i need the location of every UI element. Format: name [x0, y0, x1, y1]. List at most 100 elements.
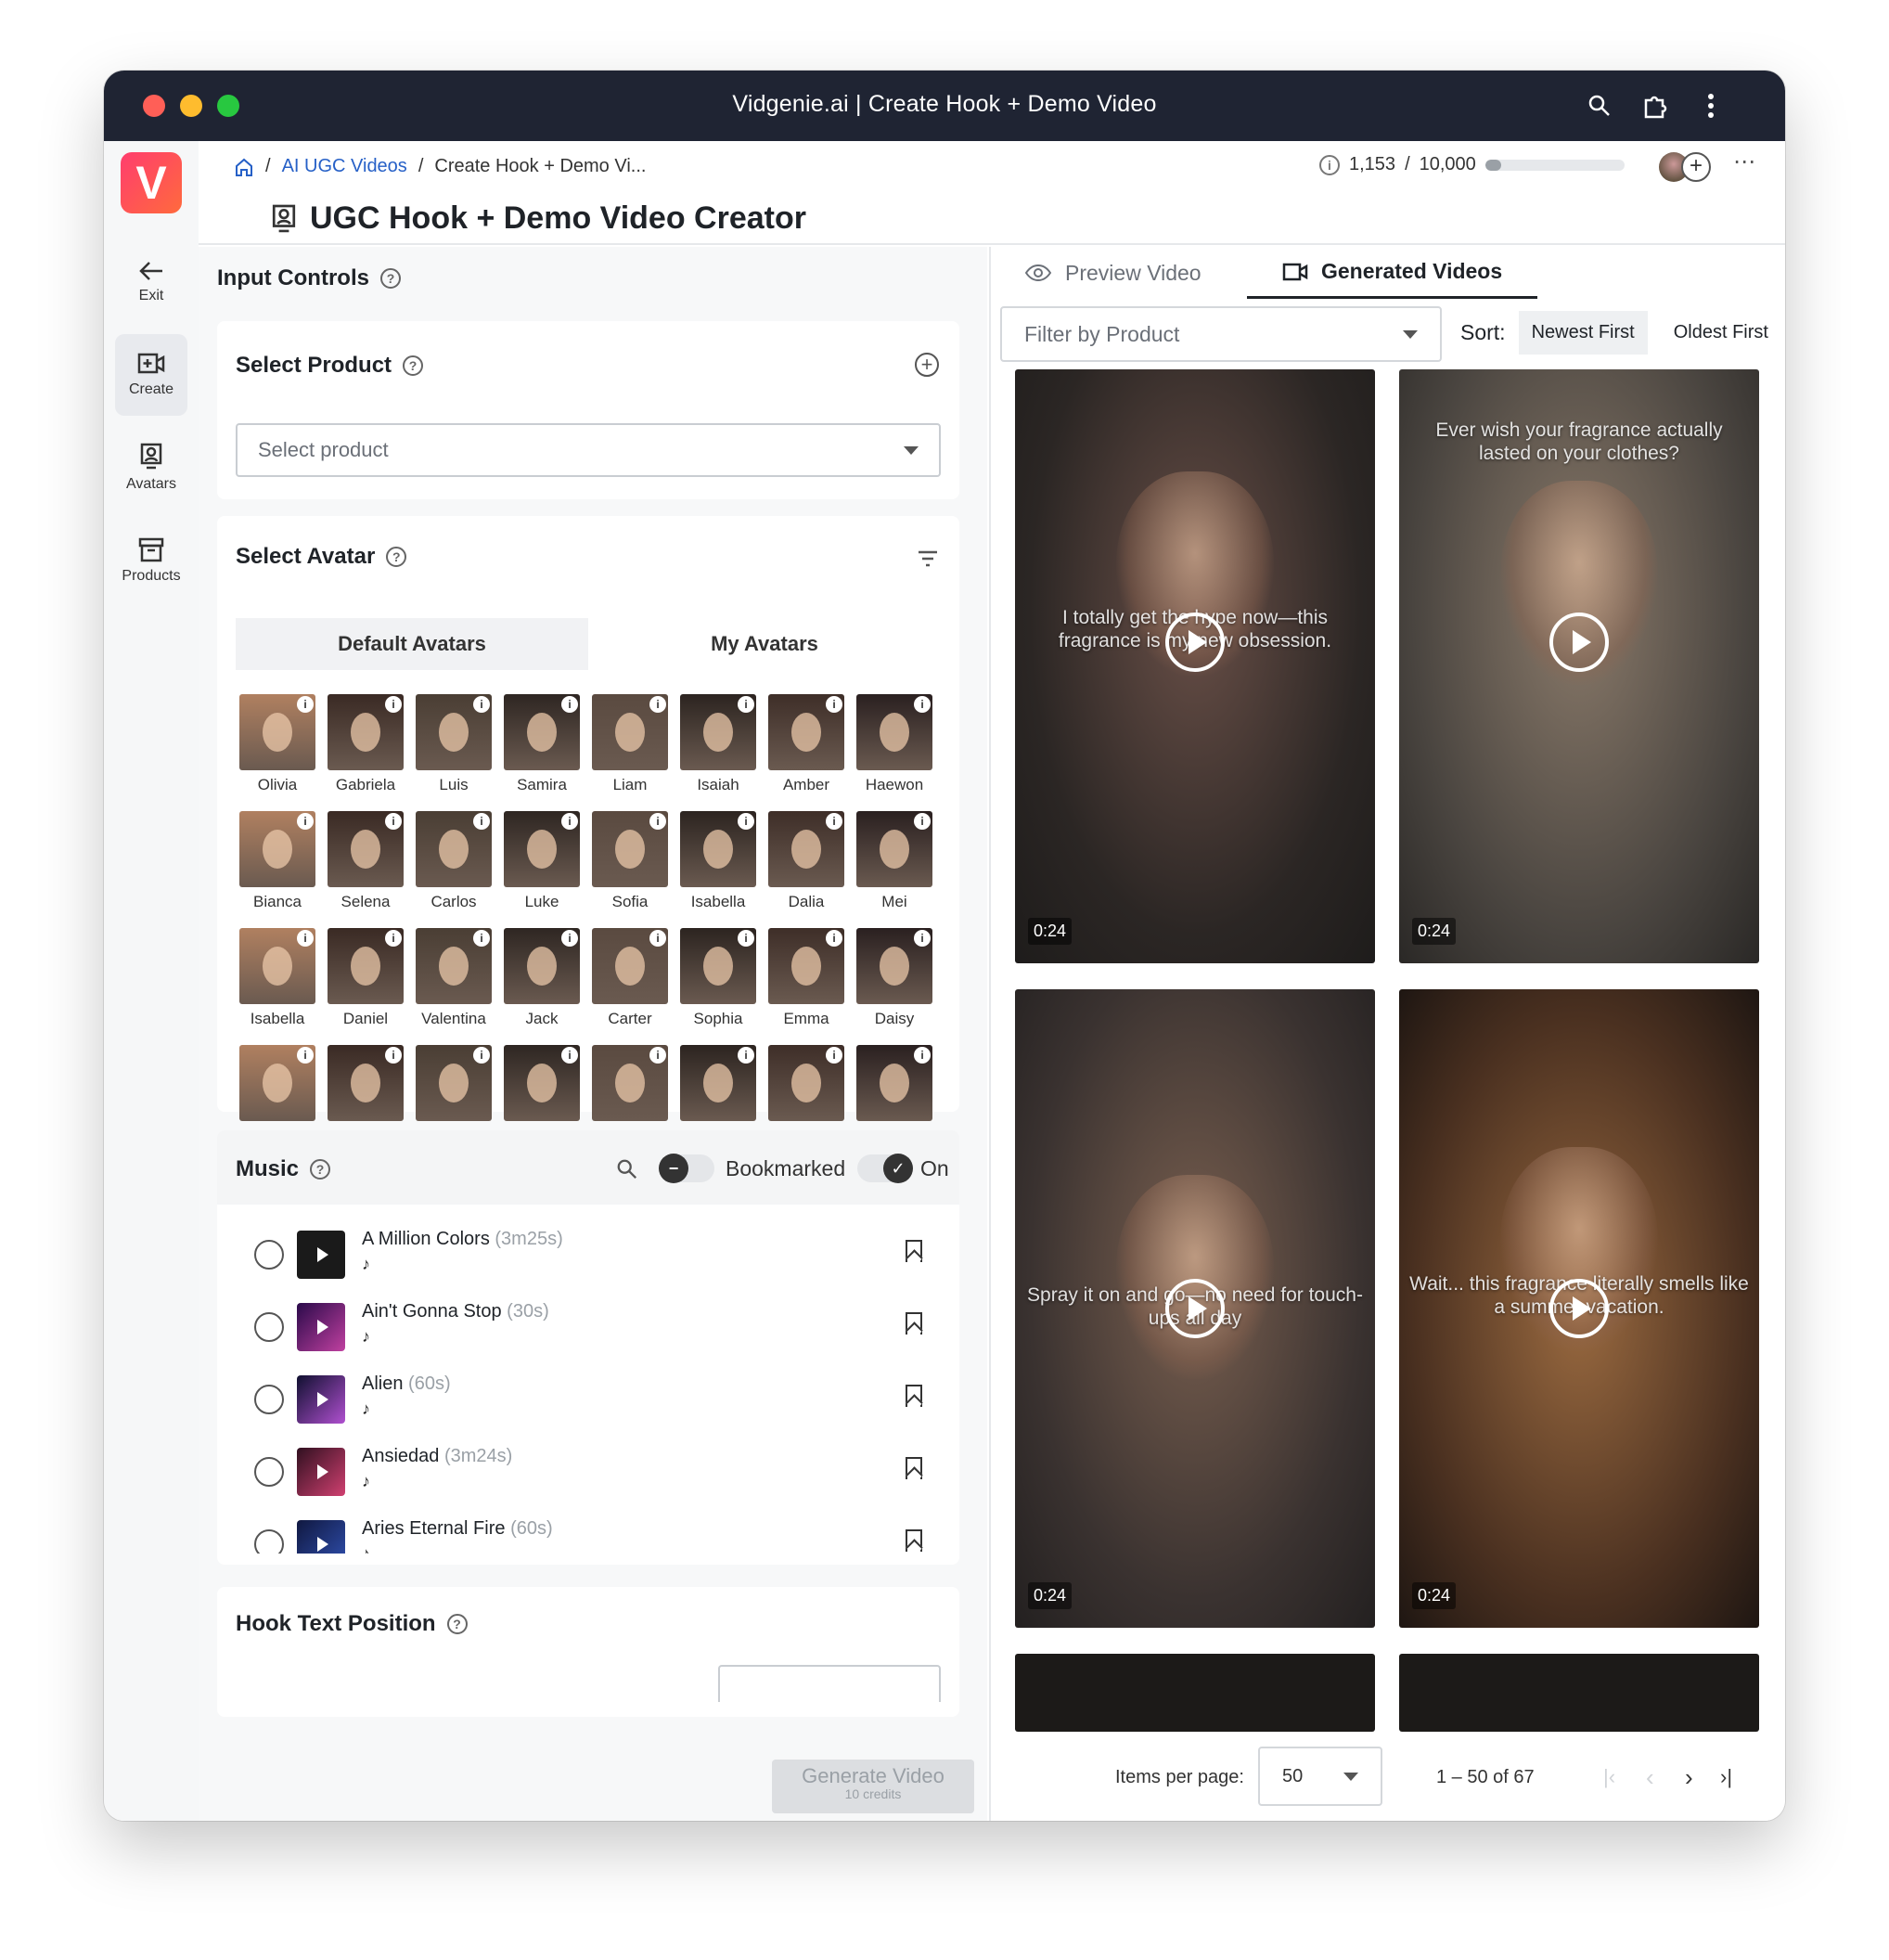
track-play-button[interactable]	[297, 1231, 345, 1279]
next-page-icon[interactable]: ›	[1685, 1763, 1693, 1792]
tab-preview-video[interactable]: Preview Video	[1024, 247, 1202, 299]
avatar-option[interactable]: i	[856, 1045, 932, 1121]
avatar-option[interactable]: i Liam	[592, 694, 668, 794]
track-radio[interactable]	[254, 1529, 284, 1554]
music-track-row[interactable]: Ansiedad (3m24s) ♪	[254, 1440, 941, 1513]
avatar-option[interactable]: i Selena	[328, 811, 404, 911]
search-icon[interactable]	[1581, 87, 1618, 124]
video-card[interactable]: Wait... this fragrance literally smells …	[1399, 989, 1759, 1628]
info-icon[interactable]: i	[914, 813, 931, 830]
play-icon[interactable]	[1165, 1279, 1225, 1338]
avatar-option[interactable]: i Sofia	[592, 811, 668, 911]
avatar-option[interactable]: i Valentina	[416, 928, 492, 1028]
help-icon[interactable]: ?	[403, 355, 424, 376]
help-icon[interactable]: ?	[446, 1614, 468, 1634]
avatar-option[interactable]: i Carter	[592, 928, 668, 1028]
info-icon[interactable]: i	[738, 1047, 754, 1064]
avatar-option[interactable]: i Isaiah	[680, 694, 756, 794]
product-select[interactable]: Select product	[236, 423, 941, 477]
info-icon[interactable]: i	[738, 930, 754, 947]
avatar-option[interactable]: i Daniel	[328, 928, 404, 1028]
avatar-option[interactable]: i Olivia	[239, 694, 315, 794]
music-track-row[interactable]: Alien (60s) ♪	[254, 1368, 941, 1440]
info-icon[interactable]: i	[826, 930, 842, 947]
avatar-option[interactable]: i Bianca	[239, 811, 315, 911]
video-card[interactable]	[1015, 1654, 1375, 1732]
avatar-option[interactable]: i	[504, 1045, 580, 1121]
info-icon[interactable]: i	[561, 1047, 578, 1064]
music-track-row[interactable]: Aries Eternal Fire (60s) ♪	[254, 1513, 941, 1554]
more-horizontal-icon[interactable]: ⋯	[1733, 148, 1757, 175]
info-icon[interactable]: i	[561, 930, 578, 947]
info-icon[interactable]: i	[649, 696, 666, 713]
info-icon[interactable]: i	[826, 1047, 842, 1064]
track-play-button[interactable]	[297, 1520, 345, 1554]
info-icon[interactable]: i	[473, 696, 490, 713]
tab-generated-videos[interactable]: Generated Videos	[1247, 247, 1538, 299]
help-icon[interactable]: ?	[379, 268, 401, 289]
avatar-option[interactable]: i Daisy	[856, 928, 932, 1028]
info-icon[interactable]: i	[473, 930, 490, 947]
track-radio[interactable]	[254, 1385, 284, 1414]
avatar-option[interactable]: i Mei	[856, 811, 932, 911]
avatar-option[interactable]: i	[328, 1045, 404, 1121]
avatar-option[interactable]: i Luke	[504, 811, 580, 911]
video-card[interactable]: I totally get the hype now—this fragranc…	[1015, 369, 1375, 963]
avatar-option[interactable]: i Jack	[504, 928, 580, 1028]
avatar-option[interactable]: i	[680, 1045, 756, 1121]
video-card[interactable]: Spray it on and go—no need for touch-ups…	[1015, 989, 1375, 1628]
info-icon[interactable]: i	[385, 930, 402, 947]
tab-my-avatars[interactable]: My Avatars	[588, 618, 941, 670]
video-card[interactable]	[1399, 1654, 1759, 1732]
invite-user-icon[interactable]: +	[1681, 152, 1711, 182]
filter-by-product-select[interactable]: Filter by Product	[1000, 306, 1442, 362]
bookmark-icon[interactable]	[906, 1457, 922, 1479]
info-icon[interactable]: i	[297, 1047, 314, 1064]
play-icon[interactable]	[1549, 612, 1609, 672]
info-icon[interactable]: i	[473, 1047, 490, 1064]
breadcrumb-link-ai-ugc-videos[interactable]: AI UGC Videos	[282, 156, 407, 177]
info-icon[interactable]: i	[297, 930, 314, 947]
sidebar-item-products[interactable]: Products	[115, 520, 187, 601]
bookmarked-toggle[interactable]: −	[659, 1154, 714, 1183]
avatar-option[interactable]: i Haewon	[856, 694, 932, 794]
bookmark-icon[interactable]	[906, 1240, 922, 1262]
sort-newest-first[interactable]: Newest First	[1518, 310, 1648, 355]
info-icon[interactable]: i	[385, 813, 402, 830]
music-track-row[interactable]: A Million Colors (3m25s) ♪	[254, 1223, 941, 1296]
filter-icon[interactable]	[917, 549, 939, 568]
video-card[interactable]: Ever wish your fragrance actually lasted…	[1399, 369, 1759, 963]
sort-oldest-first[interactable]: Oldest First	[1661, 311, 1781, 355]
avatar-option[interactable]: i Emma	[768, 928, 844, 1028]
info-icon[interactable]: i	[738, 813, 754, 830]
info-icon[interactable]: i	[826, 696, 842, 713]
avatar-option[interactable]: i Amber	[768, 694, 844, 794]
more-vertical-icon[interactable]	[1692, 87, 1729, 124]
search-icon[interactable]	[616, 1158, 638, 1180]
avatar-option[interactable]: i Luis	[416, 694, 492, 794]
avatar-option[interactable]: i	[592, 1045, 668, 1121]
sidebar-item-exit[interactable]: Exit	[115, 241, 187, 323]
info-icon[interactable]: i	[561, 696, 578, 713]
info-icon[interactable]: i	[649, 813, 666, 830]
bookmark-icon[interactable]	[906, 1385, 922, 1407]
app-logo[interactable]: V	[121, 152, 182, 213]
help-icon[interactable]: ?	[386, 547, 407, 567]
music-track-row[interactable]: Ain't Gonna Stop (30s) ♪	[254, 1296, 941, 1368]
info-icon[interactable]: i	[1319, 154, 1340, 175]
avatar-option[interactable]: i	[416, 1045, 492, 1121]
info-icon[interactable]: i	[914, 1047, 931, 1064]
avatar-option[interactable]: i Isabella	[680, 811, 756, 911]
info-icon[interactable]: i	[297, 813, 314, 830]
sidebar-item-avatars[interactable]: Avatars	[115, 427, 187, 509]
tab-default-avatars[interactable]: Default Avatars	[236, 618, 588, 670]
info-icon[interactable]: i	[385, 696, 402, 713]
help-icon[interactable]: ?	[310, 1159, 331, 1180]
info-icon[interactable]: i	[297, 696, 314, 713]
track-play-button[interactable]	[297, 1303, 345, 1351]
generate-video-button[interactable]: Generate Video 10 credits	[772, 1760, 974, 1813]
play-icon[interactable]	[1549, 1279, 1609, 1338]
extensions-icon[interactable]	[1637, 87, 1674, 124]
last-page-icon[interactable]: ›|	[1720, 1765, 1732, 1789]
avatar-option[interactable]: i Gabriela	[328, 694, 404, 794]
